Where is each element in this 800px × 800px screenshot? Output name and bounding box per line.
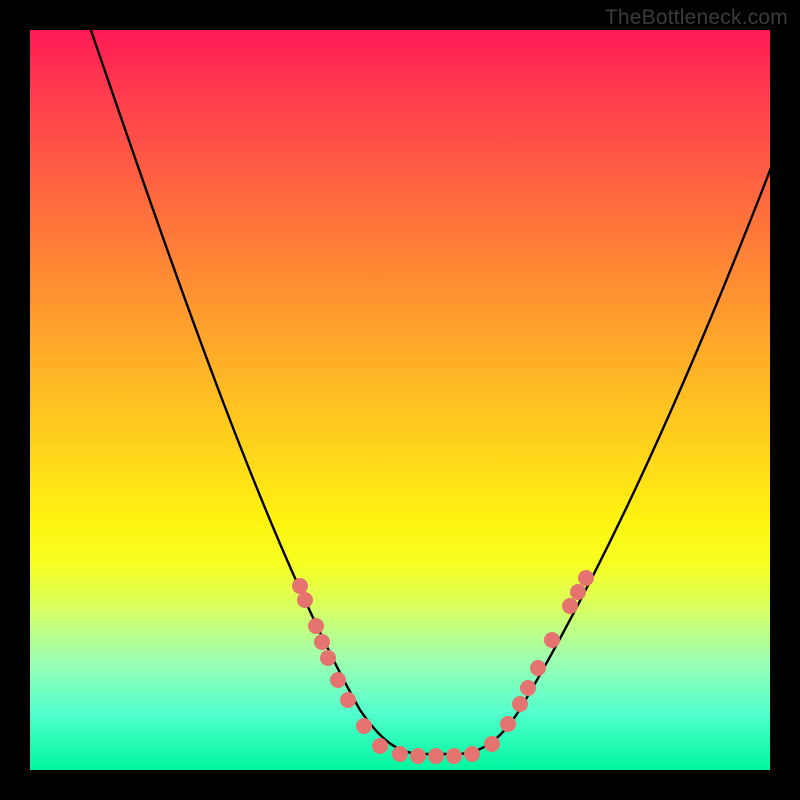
marker-point [410, 748, 426, 764]
marker-point [308, 618, 324, 634]
plot-area [30, 30, 770, 770]
marker-point [570, 584, 586, 600]
marker-point [297, 592, 313, 608]
marker-point [446, 748, 462, 764]
marker-point [392, 746, 408, 762]
marker-point [578, 570, 594, 586]
marker-point [562, 598, 578, 614]
marker-point [320, 650, 336, 666]
marker-point [484, 736, 500, 752]
marker-point [464, 746, 480, 762]
marker-point [356, 718, 372, 734]
marker-point [314, 634, 330, 650]
watermark-text: TheBottleneck.com [605, 6, 788, 30]
marker-point [292, 578, 308, 594]
chart-svg [30, 30, 770, 770]
marker-point [500, 716, 516, 732]
marker-point [520, 680, 536, 696]
marker-point [530, 660, 546, 676]
marker-point [372, 738, 388, 754]
bottleneck-curve [84, 30, 770, 754]
marker-point [512, 696, 528, 712]
marker-point [340, 692, 356, 708]
marker-point [330, 672, 346, 688]
marker-point [428, 748, 444, 764]
marker-point [544, 632, 560, 648]
